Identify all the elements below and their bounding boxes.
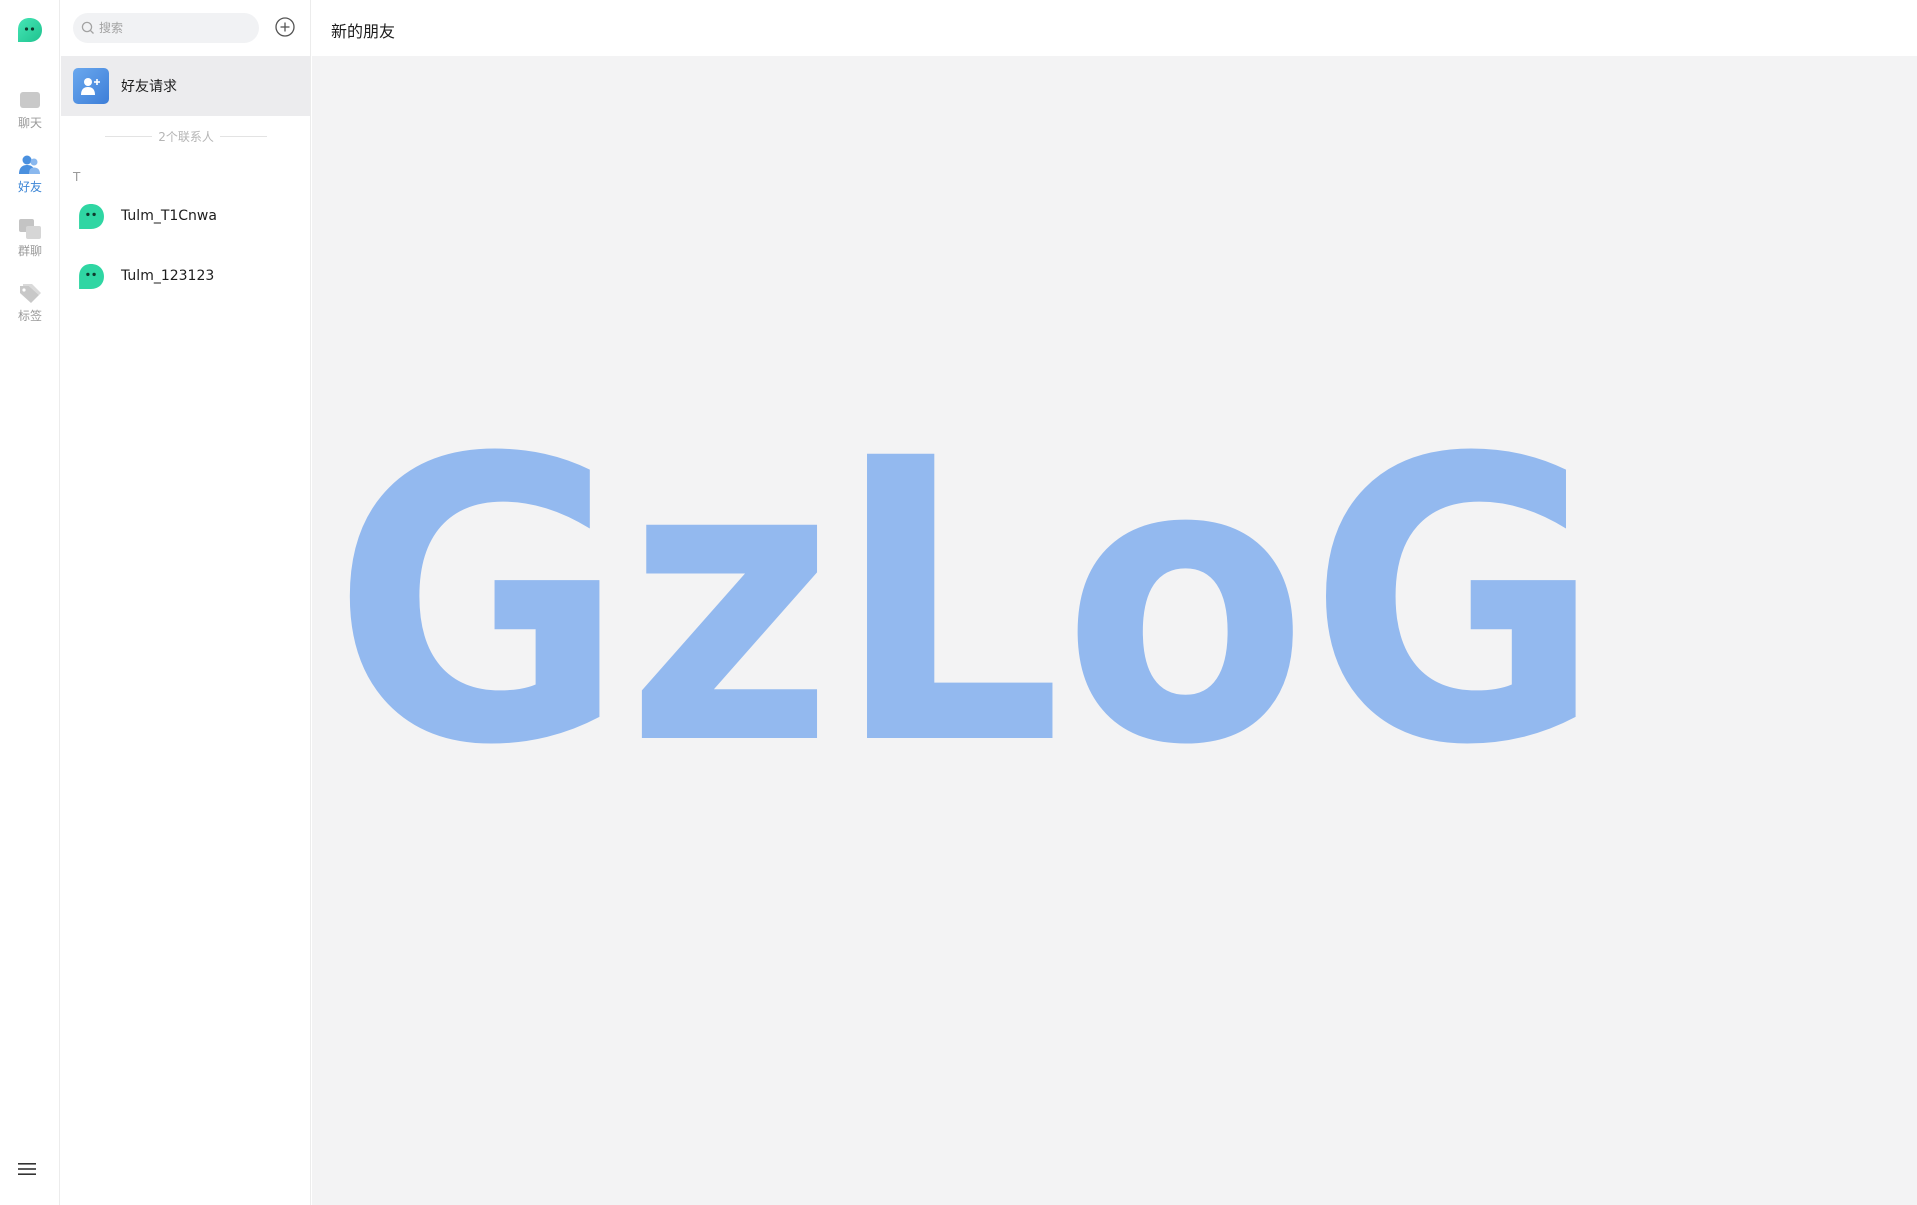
friends-icon: [17, 152, 43, 178]
avatar: [73, 258, 109, 294]
add-circle-icon[interactable]: [274, 16, 296, 38]
rail-item-tags[interactable]: 标签: [0, 281, 60, 335]
watermark-logo: GzLoG: [332, 440, 1602, 760]
main-header: 新的朋友: [312, 0, 1917, 56]
nav-rail: 聊天 好友 群聊 标签: [0, 0, 60, 1205]
search-input[interactable]: [99, 21, 249, 35]
contact-item[interactable]: Tulm_T1Cnwa: [61, 186, 310, 246]
rail-item-friends[interactable]: 好友: [0, 152, 60, 206]
contacts-panel: 好友请求 2个联系人 T Tulm_T1Cnwa: [61, 0, 311, 1205]
hamburger-menu-icon[interactable]: [17, 1161, 43, 1181]
app-logo-icon: [16, 17, 43, 43]
add-friend-icon: [73, 68, 109, 104]
rail-item-group-chat[interactable]: 群聊: [0, 216, 60, 270]
contact-name: Tulm_123123: [121, 268, 215, 284]
group-chat-icon: [17, 216, 43, 242]
rail-label-friends: 好友: [17, 180, 42, 194]
chat-icon: [17, 88, 43, 114]
rail-label-group-chat: 群聊: [17, 244, 42, 258]
contact-name: Tulm_T1Cnwa: [121, 208, 217, 224]
page-title: 新的朋友: [331, 22, 396, 41]
main-panel: 新的朋友 GzLoG: [312, 0, 1917, 1205]
rail-label-tags: 标签: [17, 309, 42, 323]
contact-count: 2个联系人: [105, 126, 267, 146]
avatar: [73, 198, 109, 234]
friend-request-item[interactable]: 好友请求: [61, 56, 310, 116]
tag-icon: [17, 281, 43, 307]
app-window: 聊天 好友 群聊 标签 搜索 好友请求 2个联系人 T Tulm_T1Cnwa …: [0, 0, 1917, 1205]
group-letter: T: [73, 170, 81, 184]
search-icon: [81, 21, 94, 34]
watermark-text: GzLoG: [332, 440, 1602, 760]
rail-item-chat[interactable]: 聊天: [0, 88, 60, 142]
rail-label-chat: 聊天: [17, 116, 42, 130]
search-box: [73, 13, 259, 43]
contact-count-text: 2个联系人: [158, 129, 214, 144]
contact-item[interactable]: Tulm_123123: [61, 246, 310, 306]
friend-request-label: 好友请求: [121, 79, 177, 95]
